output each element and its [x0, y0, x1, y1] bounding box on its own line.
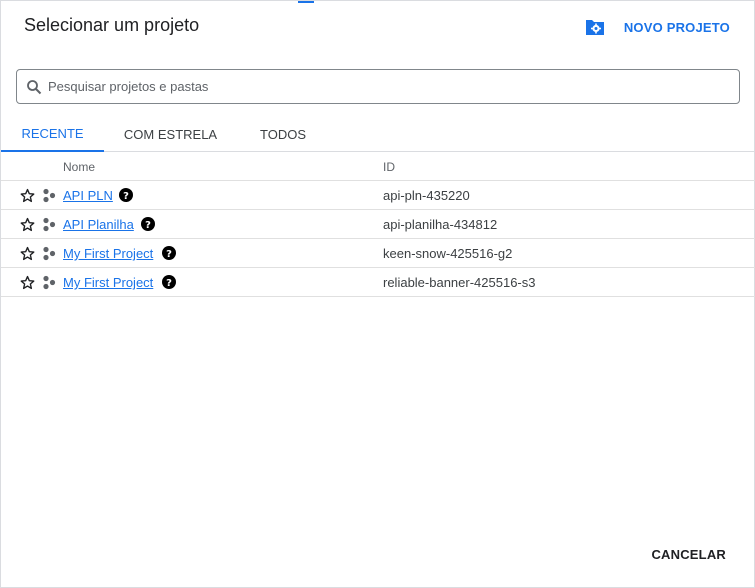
table-row[interactable]: API Planilha ? api-planilha-434812: [1, 210, 755, 239]
column-header-id[interactable]: ID: [383, 160, 395, 174]
search-icon: [27, 79, 42, 94]
star-outline-icon[interactable]: [20, 275, 35, 290]
svg-text:?: ?: [166, 278, 172, 289]
cancel-button[interactable]: CANCELAR: [651, 547, 726, 562]
table-row[interactable]: My First Project ? reliable-banner-42551…: [1, 268, 755, 297]
svg-text:?: ?: [123, 191, 129, 202]
star-outline-icon[interactable]: [20, 217, 35, 232]
help-circle-icon[interactable]: ?: [141, 217, 155, 231]
tab-bar: RECENTE COM ESTRELA TODOS: [1, 117, 755, 152]
search-input[interactable]: [48, 79, 739, 94]
svg-text:?: ?: [145, 220, 151, 231]
dialog-title: Selecionar um projeto: [24, 15, 200, 35]
project-id: reliable-banner-425516-s3: [383, 275, 536, 290]
tab-recente[interactable]: RECENTE: [1, 117, 104, 152]
column-header-name[interactable]: Nome: [63, 160, 95, 174]
project-id: api-pln-435220: [383, 188, 470, 203]
search-box[interactable]: [16, 69, 740, 104]
folder-settings-icon: [585, 20, 604, 35]
help-circle-icon[interactable]: ?: [162, 246, 176, 260]
project-id: keen-snow-425516-g2: [383, 246, 513, 261]
table-row[interactable]: API PLN ? api-pln-435220: [1, 181, 755, 210]
project-hub-icon: [43, 217, 56, 232]
tab-com-estrela[interactable]: COM ESTRELA: [113, 117, 228, 151]
new-project-label: NOVO PROJETO: [623, 19, 730, 35]
project-hub-icon: [43, 188, 56, 203]
table-row[interactable]: My First Project ? keen-snow-425516-g2: [1, 239, 755, 268]
svg-text:?: ?: [166, 249, 172, 260]
project-hub-icon: [43, 275, 56, 290]
new-project-button[interactable]: NOVO PROJETO: [584, 15, 730, 39]
star-outline-icon[interactable]: [20, 188, 35, 203]
projects-table: Nome ID API PLN ? api-pln-435220 API Pla…: [1, 152, 755, 297]
project-name-link[interactable]: API Planilha: [63, 217, 134, 232]
project-name-link[interactable]: My First Project: [63, 246, 153, 261]
project-id: api-planilha-434812: [383, 217, 498, 232]
table-header: Nome ID: [1, 152, 755, 181]
tab-todos[interactable]: TODOS: [251, 117, 315, 151]
project-hub-icon: [43, 246, 56, 261]
dialog-header: Selecionar um projeto NOVO PROJETO: [1, 1, 755, 51]
star-outline-icon[interactable]: [20, 246, 35, 261]
select-project-dialog: Selecionar um projeto NOVO PROJETO Pesqu…: [0, 0, 755, 588]
help-circle-icon[interactable]: ?: [119, 188, 133, 202]
help-circle-icon[interactable]: ?: [162, 275, 176, 289]
project-name-link[interactable]: API PLN: [63, 188, 113, 203]
project-name-link[interactable]: My First Project: [63, 275, 153, 290]
